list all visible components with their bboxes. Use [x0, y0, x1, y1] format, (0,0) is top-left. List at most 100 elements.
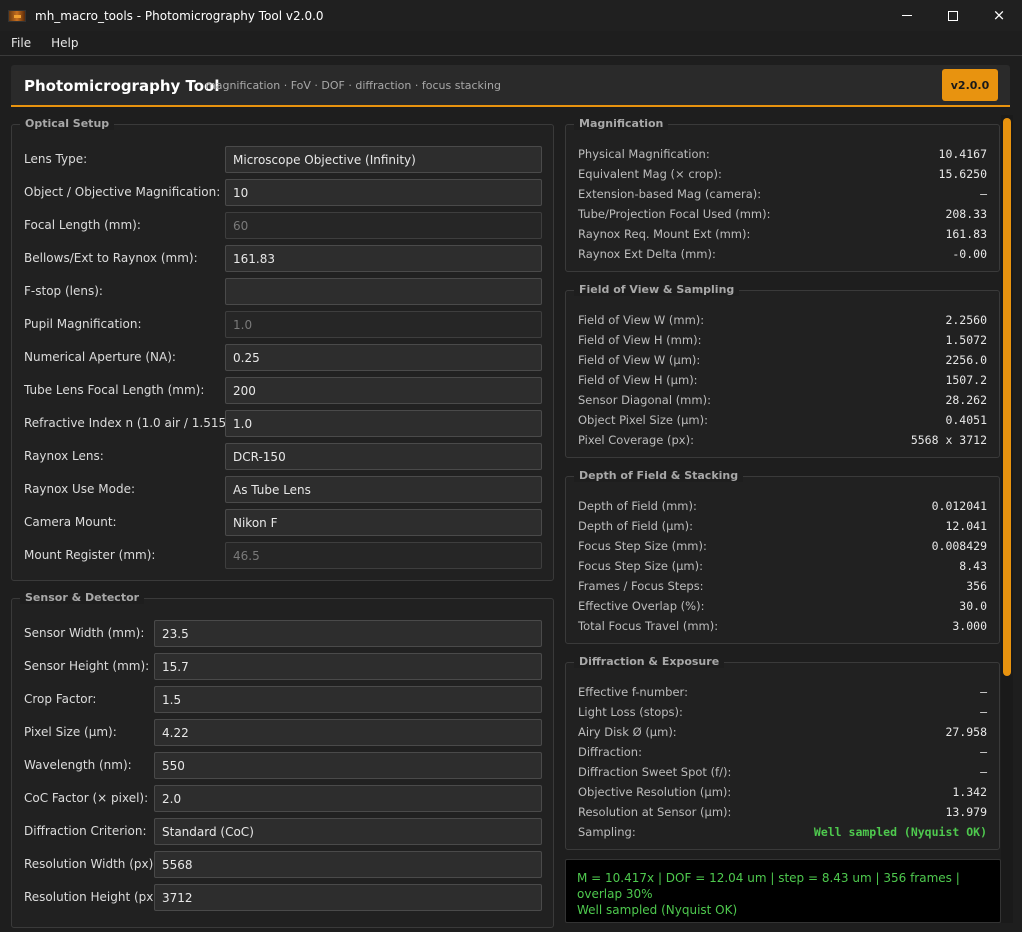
field-input[interactable]: 23.5 [154, 620, 542, 647]
field-input[interactable]: 3712 [154, 884, 542, 911]
maximize-icon [948, 10, 958, 21]
maximize-button[interactable] [930, 0, 976, 31]
status-summary: M = 10.417x | DOF = 12.04 um | step = 8.… [565, 859, 1001, 923]
menu-bar: File Help [0, 31, 1022, 56]
field-select[interactable]: Standard (CoC) [154, 818, 542, 845]
field-label: Pixel Size (µm): [24, 725, 117, 739]
result-label: Focus Step Size (mm): [578, 539, 707, 553]
minimize-button[interactable] [884, 0, 930, 31]
field-input[interactable]: 15.7 [154, 653, 542, 680]
result-row: Effective Overlap (%): 30.0 [566, 596, 999, 616]
field-label: Sensor Width (mm): [24, 626, 145, 640]
close-button[interactable]: × [976, 0, 1022, 31]
form-row: Refractive Index n (1.0 air / 1.515 oil)… [12, 410, 553, 437]
result-value: 10.4167 [938, 147, 987, 161]
form-row: Crop Factor: 1.5 [12, 686, 553, 713]
result-row: Airy Disk Ø (µm): 27.958 [566, 722, 999, 742]
result-row: Equivalent Mag (× crop): 15.6250 [566, 164, 999, 184]
field-select[interactable]: As Tube Lens [225, 476, 542, 503]
form-row: Bellows/Ext to Raynox (mm): 161.83 [12, 245, 553, 272]
result-label: Physical Magnification: [578, 147, 710, 161]
result-row: Effective f-number: – [566, 682, 999, 702]
field-input[interactable]: 2.0 [154, 785, 542, 812]
field-input[interactable]: 161.83 [225, 245, 542, 272]
result-label: Resolution at Sensor (µm): [578, 805, 732, 819]
result-label: Sampling: [578, 825, 636, 839]
field-label: Diffraction Criterion: [24, 824, 147, 838]
result-row: Sensor Diagonal (mm): 28.262 [566, 390, 999, 410]
result-label: Pixel Coverage (px): [578, 433, 694, 447]
field-select[interactable]: Microscope Objective (Infinity) [225, 146, 542, 173]
result-label: Object Pixel Size (µm): [578, 413, 708, 427]
app-logo-icon [8, 9, 26, 22]
result-value: 356 [966, 579, 987, 593]
result-label: Frames / Focus Steps: [578, 579, 704, 593]
result-label: Focus Step Size (µm): [578, 559, 703, 573]
result-value: 1.5072 [945, 333, 987, 347]
field-label: Resolution Height (px): [24, 890, 163, 904]
result-row: Frames / Focus Steps: 356 [566, 576, 999, 596]
menu-help[interactable]: Help [42, 36, 87, 50]
field-label: Crop Factor: [24, 692, 97, 706]
field-label: Object / Objective Magnification: [24, 185, 221, 199]
field-label: Wavelength (nm): [24, 758, 132, 772]
field-select[interactable]: DCR-150 [225, 443, 542, 470]
result-row: Light Loss (stops): – [566, 702, 999, 722]
result-label: Field of View H (µm): [578, 373, 698, 387]
form-row: Resolution Width (px): 5568 [12, 851, 553, 878]
form-row: Mount Register (mm): 46.5 [12, 542, 553, 569]
close-icon: × [992, 6, 1006, 24]
field-input: 1.0 [225, 311, 542, 338]
result-row: Objective Resolution (µm): 1.342 [566, 782, 999, 802]
result-value: 2256.0 [945, 353, 987, 367]
minimize-icon [902, 15, 912, 16]
result-label: Raynox Req. Mount Ext (mm): [578, 227, 751, 241]
version-button[interactable]: v2.0.0 [942, 69, 998, 101]
field-label: Refractive Index n (1.0 air / 1.515 oil)… [24, 416, 253, 430]
field-input: 46.5 [225, 542, 542, 569]
result-value: – [980, 765, 987, 779]
result-row: Resolution at Sensor (µm): 13.979 [566, 802, 999, 822]
result-value: 30.0 [959, 599, 987, 613]
result-label: Equivalent Mag (× crop): [578, 167, 722, 181]
result-label: Extension-based Mag (camera): [578, 187, 762, 201]
result-value: 8.43 [959, 559, 987, 573]
field-input[interactable]: 4.22 [154, 719, 542, 746]
scrollbar-thumb[interactable] [1003, 118, 1011, 676]
status-line-2: Well sampled (Nyquist OK) [577, 903, 738, 917]
sensor-group: Sensor & Detector Sensor Width (mm): 23.5… [11, 591, 554, 928]
result-label: Field of View W (µm): [578, 353, 701, 367]
result-value: 0.008429 [931, 539, 987, 553]
diffraction-group: Diffraction & Exposure Effective f-numbe… [565, 655, 1000, 850]
magnification-title: Magnification [574, 117, 669, 130]
result-value: 1.342 [952, 785, 987, 799]
field-label: Lens Type: [24, 152, 88, 166]
form-row: Pixel Size (µm): 4.22 [12, 719, 553, 746]
optical-setup-title: Optical Setup [20, 117, 115, 130]
field-input[interactable]: 10 [225, 179, 542, 206]
field-input[interactable] [225, 278, 542, 305]
result-label: Diffraction: [578, 745, 642, 759]
field-input[interactable]: 200 [225, 377, 542, 404]
field-input[interactable]: 5568 [154, 851, 542, 878]
result-value: Well sampled (Nyquist OK) [813, 825, 987, 839]
field-label: Focal Length (mm): [24, 218, 141, 232]
field-input[interactable]: 1.5 [154, 686, 542, 713]
result-label: Effective Overlap (%): [578, 599, 705, 613]
result-value: – [980, 187, 987, 201]
field-label: Pupil Magnification: [24, 317, 142, 331]
field-input[interactable]: 1.0 [225, 410, 542, 437]
result-row: Pixel Coverage (px): 5568 x 3712 [566, 430, 999, 450]
field-label: Camera Mount: [24, 515, 117, 529]
result-label: Objective Resolution (µm): [578, 785, 732, 799]
result-value: 27.958 [945, 725, 987, 739]
header-title: Photomicrography Tool [24, 77, 220, 95]
results-scrollbar[interactable] [1001, 115, 1013, 923]
field-input[interactable]: 550 [154, 752, 542, 779]
menu-file[interactable]: File [2, 36, 40, 50]
field-input[interactable]: 0.25 [225, 344, 542, 371]
magnification-group: Magnification Physical Magnification: 10.… [565, 117, 1000, 272]
field-label: Resolution Width (px): [24, 857, 158, 871]
form-row: Raynox Lens: DCR-150 [12, 443, 553, 470]
field-select[interactable]: Nikon F [225, 509, 542, 536]
